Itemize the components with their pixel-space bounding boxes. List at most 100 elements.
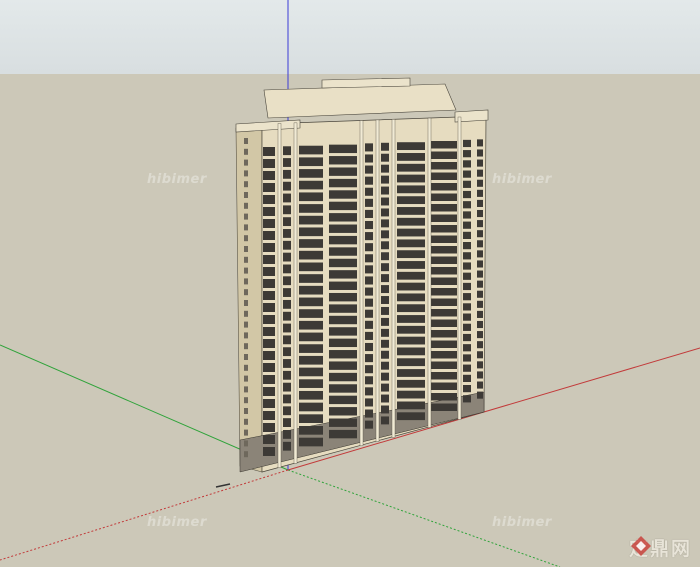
- brand-watermark: 定鼎网: [629, 534, 692, 561]
- window: [397, 379, 425, 388]
- window: [283, 276, 291, 286]
- window: [329, 213, 357, 222]
- window: [381, 142, 389, 151]
- window: [381, 274, 389, 283]
- window: [299, 215, 323, 225]
- window: [263, 411, 275, 420]
- window: [477, 250, 483, 258]
- watermark-bottom-right: hibimer: [492, 515, 552, 530]
- window: [431, 330, 457, 338]
- window: [299, 250, 323, 260]
- window: [283, 217, 291, 227]
- window: [283, 240, 291, 250]
- window: [463, 160, 471, 168]
- window: [431, 256, 457, 264]
- window: [431, 361, 457, 369]
- window: [463, 313, 471, 321]
- window: [299, 320, 323, 330]
- window: [431, 246, 457, 254]
- pilaster: [359, 120, 364, 446]
- window: [381, 361, 389, 370]
- window: [463, 190, 471, 199]
- window: [263, 207, 275, 216]
- window: [263, 291, 275, 300]
- window: [477, 351, 483, 359]
- window: [299, 180, 323, 190]
- side-window: [244, 364, 248, 371]
- window: [431, 393, 457, 401]
- window: [463, 282, 471, 291]
- window: [283, 370, 291, 380]
- window: [463, 374, 471, 382]
- window: [431, 372, 457, 380]
- window: [283, 158, 291, 167]
- window: [397, 174, 425, 183]
- window: [397, 239, 425, 248]
- window: [299, 169, 323, 178]
- window: [431, 382, 457, 390]
- side-window: [244, 213, 248, 220]
- window: [365, 409, 373, 418]
- side-window: [244, 148, 248, 155]
- window: [477, 260, 483, 268]
- window: [365, 209, 373, 218]
- window: [477, 209, 483, 218]
- window: [365, 354, 373, 363]
- window: [381, 241, 389, 250]
- window: [463, 344, 471, 352]
- window: [397, 304, 425, 313]
- window: [397, 412, 425, 421]
- window: [463, 231, 471, 239]
- window: [431, 193, 457, 201]
- window: [329, 315, 357, 325]
- side-window: [244, 343, 248, 350]
- window: [283, 169, 291, 179]
- window: [329, 201, 357, 211]
- window: [283, 146, 291, 156]
- window: [477, 341, 483, 349]
- window: [329, 178, 357, 188]
- window: [381, 186, 389, 195]
- window: [283, 347, 291, 357]
- window: [329, 338, 357, 348]
- side-window: [244, 375, 248, 382]
- 3d-viewport[interactable]: hibimer hibimer hibimer hibimer 定鼎网: [0, 0, 700, 567]
- pilaster: [375, 119, 380, 442]
- window: [397, 347, 425, 356]
- window: [381, 230, 389, 239]
- window: [381, 252, 389, 261]
- window: [397, 325, 425, 334]
- watermark-top-left: hibimer: [147, 172, 207, 187]
- window: [397, 217, 425, 226]
- window: [477, 371, 483, 379]
- window: [299, 274, 323, 283]
- window: [477, 169, 483, 177]
- window: [365, 176, 373, 185]
- window: [431, 309, 457, 317]
- window: [299, 192, 323, 202]
- window: [283, 299, 291, 309]
- window: [263, 159, 275, 168]
- window: [397, 207, 425, 215]
- window: [431, 214, 457, 222]
- side-window: [244, 300, 248, 306]
- window: [431, 319, 457, 327]
- window: [381, 416, 389, 425]
- side-window: [244, 170, 248, 177]
- side-window: [244, 332, 248, 339]
- window: [477, 280, 483, 288]
- window: [283, 205, 291, 215]
- window: [329, 395, 357, 405]
- window: [365, 243, 373, 252]
- window: [397, 163, 425, 172]
- window: [365, 365, 373, 374]
- window: [329, 144, 357, 154]
- pilaster: [427, 117, 432, 428]
- side-window: [244, 289, 248, 296]
- highrise-building-model[interactable]: [235, 77, 489, 473]
- window: [283, 193, 291, 203]
- window: [263, 303, 275, 312]
- window: [381, 208, 389, 217]
- window: [397, 336, 425, 345]
- model-scene[interactable]: [0, 0, 700, 567]
